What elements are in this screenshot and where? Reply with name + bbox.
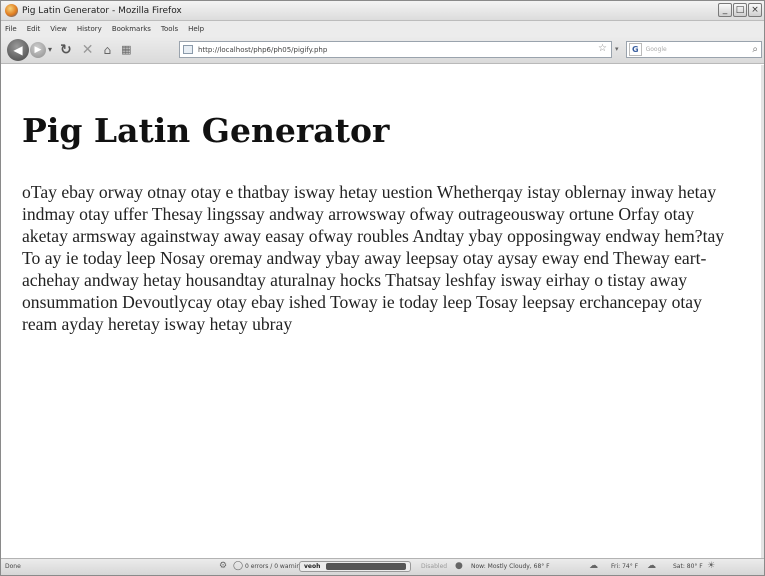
close-button[interactable]: × (748, 3, 762, 17)
browser-window: Pig Latin Generator - Mozilla Firefox _ … (0, 0, 765, 576)
window-title: Pig Latin Generator - Mozilla Firefox (22, 5, 182, 16)
history-dropdown-icon[interactable]: ▾ (48, 45, 52, 54)
window-controls: _ □ × (718, 3, 762, 17)
menu-view[interactable]: View (50, 25, 67, 33)
pig-latin-output: oTay ebay orway otnay otay e thatbay isw… (22, 182, 725, 334)
page-tools-icon[interactable]: ▦ (121, 44, 131, 55)
search-icon[interactable]: ⌕ (752, 44, 758, 55)
partly-cloudy-icon: ☁ (647, 561, 656, 571)
stop-icon[interactable]: ✕ (82, 43, 94, 57)
url-dropdown-icon[interactable]: ▾ (615, 45, 619, 53)
home-icon[interactable]: ⌂ (103, 44, 111, 56)
menu-help[interactable]: Help (188, 25, 204, 33)
address-bar[interactable]: http://localhost/php6/ph05/pigify.php ☆ (179, 41, 612, 58)
maximize-button[interactable]: □ (733, 3, 747, 17)
firefox-icon (5, 4, 18, 17)
page-title: Pig Latin Generator (22, 111, 390, 150)
bookmark-star-icon[interactable]: ☆ (598, 43, 607, 54)
window-edge (761, 65, 764, 559)
page-content: Pig Latin Generator oTay ebay orway otna… (1, 65, 764, 559)
error-console-icon[interactable]: ◯ (233, 561, 243, 571)
navigation-toolbar: ◀ ▶ ▾ ↻ ✕ ⌂ ▦ http://localhost/php6/ph05… (1, 36, 764, 64)
menu-file[interactable]: File (5, 25, 17, 33)
forward-arrow-icon[interactable]: ▶ (30, 41, 46, 58)
veoh-label: veoh (304, 563, 321, 570)
reload-icon[interactable]: ↻ (60, 43, 72, 57)
error-count[interactable]: 0 errors / 0 warnings (245, 563, 307, 570)
title-bar: Pig Latin Generator - Mozilla Firefox _ … (1, 1, 764, 21)
menu-edit[interactable]: Edit (27, 25, 41, 33)
minimize-button[interactable]: _ (718, 3, 732, 17)
weather-globe-icon[interactable]: ● (455, 561, 463, 571)
weather-saturday[interactable]: Sat: 80° F (673, 563, 703, 570)
weather-friday[interactable]: Fri: 74° F (611, 563, 638, 570)
menu-tools[interactable]: Tools (161, 25, 178, 33)
search-engine-icon[interactable]: G (629, 43, 642, 56)
menu-history[interactable]: History (77, 25, 102, 33)
status-text: Done (5, 563, 21, 570)
url-text[interactable]: http://localhost/php6/ph05/pigify.php (198, 46, 327, 54)
search-bar[interactable]: G Google ⌕ (626, 41, 762, 58)
plugin-icon[interactable]: ⚙ (219, 561, 227, 571)
back-arrow-icon[interactable]: ◀ (7, 38, 29, 61)
veoh-toolbar[interactable]: veoh (299, 561, 411, 572)
menu-bookmarks[interactable]: Bookmarks (112, 25, 151, 33)
menu-bar: File Edit View History Bookmarks Tools H… (1, 21, 764, 36)
status-bar: Done ⚙ ◯ 0 errors / 0 warnings veoh Disa… (1, 558, 764, 575)
site-identity-icon[interactable] (183, 45, 193, 54)
veoh-player-bar[interactable] (326, 563, 406, 570)
search-input[interactable]: Google (646, 46, 667, 53)
disabled-status[interactable]: Disabled (421, 563, 447, 570)
weather-now[interactable]: Now: Mostly Cloudy, 68° F (471, 563, 550, 570)
sun-icon: ☀ (707, 561, 716, 571)
cloud-icon: ☁ (589, 561, 598, 571)
